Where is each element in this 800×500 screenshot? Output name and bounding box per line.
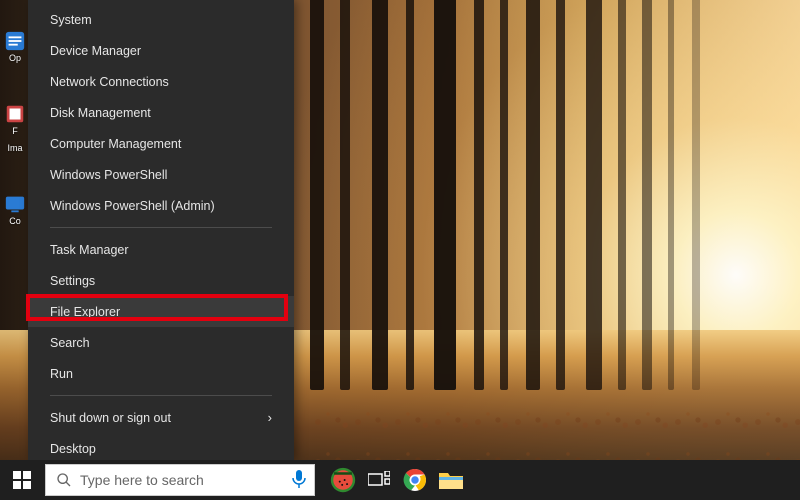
winx-item-label: Run xyxy=(50,367,73,381)
taskbar-app-chrome[interactable] xyxy=(401,466,429,494)
desktop-icon-label: Op xyxy=(9,54,21,63)
winx-item-label: Network Connections xyxy=(50,75,169,89)
winx-item-label: Disk Management xyxy=(50,106,151,120)
winx-item-label: Settings xyxy=(50,274,95,288)
file-explorer-icon xyxy=(439,470,463,490)
winx-item-search[interactable]: Search xyxy=(28,327,294,358)
desktop-icon-label: F xyxy=(12,127,18,136)
taskbar-app-file-explorer[interactable] xyxy=(437,466,465,494)
winx-item-powershell[interactable]: Windows PowerShell xyxy=(28,159,294,190)
desktop-icon[interactable]: F xyxy=(2,103,28,136)
winx-item-label: Windows PowerShell (Admin) xyxy=(50,199,215,213)
winx-item-shutdown[interactable]: Shut down or sign out › xyxy=(28,402,294,433)
winx-item-label: Task Manager xyxy=(50,243,129,257)
winx-item-settings[interactable]: Settings xyxy=(28,265,294,296)
taskbar-task-view[interactable] xyxy=(365,466,393,494)
search-placeholder: Type here to search xyxy=(80,472,204,488)
winx-item-label: Device Manager xyxy=(50,44,141,58)
winx-item-task-manager[interactable]: Task Manager xyxy=(28,234,294,265)
winx-menu: System Device Manager Network Connections D… xyxy=(28,0,294,460)
taskbar-search[interactable]: Type here to search xyxy=(45,464,315,496)
search-icon xyxy=(56,472,72,488)
desktop-icon-label: Ima xyxy=(7,144,22,153)
desktop-icon-label: Co xyxy=(9,217,21,226)
winx-item-label: Computer Management xyxy=(50,137,181,151)
winx-item-system[interactable]: System xyxy=(28,4,294,35)
winx-item-powershell-admin[interactable]: Windows PowerShell (Admin) xyxy=(28,190,294,221)
watermelon-icon xyxy=(330,467,356,493)
desktop-icon[interactable]: Ima xyxy=(2,142,28,153)
winx-item-run[interactable]: Run xyxy=(28,358,294,389)
winx-item-label: Shut down or sign out xyxy=(50,411,171,425)
winx-item-label: Desktop xyxy=(50,442,96,456)
taskbar-app-watermelon[interactable] xyxy=(329,466,357,494)
task-view-icon xyxy=(368,471,390,489)
start-button[interactable] xyxy=(0,460,44,500)
winx-item-label: Search xyxy=(50,336,90,350)
winx-item-device-manager[interactable]: Device Manager xyxy=(28,35,294,66)
chevron-right-icon: › xyxy=(268,410,272,425)
winx-item-computer-management[interactable]: Computer Management xyxy=(28,128,294,159)
winx-item-network-connections[interactable]: Network Connections xyxy=(28,66,294,97)
desktop: Op F Ima Co System Device Manager Network … xyxy=(0,0,800,500)
wallpaper-leaves xyxy=(310,390,800,460)
winx-separator xyxy=(50,227,272,228)
winx-item-label: Windows PowerShell xyxy=(50,168,167,182)
microphone-icon[interactable] xyxy=(292,470,306,491)
desktop-icon[interactable]: Co xyxy=(2,193,28,226)
taskbar: Type here to search xyxy=(0,460,800,500)
taskbar-pinned xyxy=(329,466,465,494)
winx-separator xyxy=(50,395,272,396)
desktop-icon[interactable]: Op xyxy=(2,30,28,63)
winx-item-disk-management[interactable]: Disk Management xyxy=(28,97,294,128)
windows-logo-icon xyxy=(13,471,31,489)
chrome-icon xyxy=(403,468,427,492)
winx-item-label: File Explorer xyxy=(50,305,120,319)
winx-item-file-explorer[interactable]: File Explorer xyxy=(28,296,294,327)
winx-item-label: System xyxy=(50,13,92,27)
